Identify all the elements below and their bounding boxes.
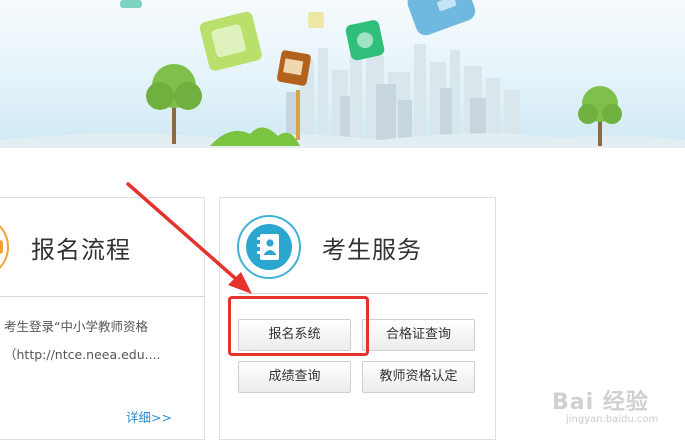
baidu-jingyan-watermark: Bai 经验 bbox=[552, 390, 649, 415]
teacher-qualification-button[interactable]: 教师资格认定 bbox=[362, 361, 475, 393]
watermark-url: jingyan.baidu.com bbox=[566, 414, 659, 425]
score-query-button[interactable]: 成绩查询 bbox=[238, 361, 351, 393]
certificate-query-button[interactable]: 合格证查询 bbox=[362, 319, 475, 351]
registration-system-button[interactable]: 报名系统 bbox=[238, 319, 351, 351]
address-book-icon bbox=[257, 234, 279, 260]
page: 报名流程 考生登录“中小学教师资格 （http://ntce.neea.edu.… bbox=[0, 0, 685, 447]
city-illustration bbox=[0, 0, 685, 148]
process-description-line2: （http://ntce.neea.edu.... bbox=[4, 347, 161, 362]
candidate-services-title: 考生服务 bbox=[322, 236, 422, 264]
process-icon bbox=[0, 216, 9, 278]
header-banner bbox=[0, 0, 685, 148]
card-divider bbox=[0, 296, 204, 297]
details-link[interactable]: 详细>> bbox=[126, 407, 172, 426]
banner-divider bbox=[0, 146, 685, 148]
services-icon-circle bbox=[246, 224, 292, 270]
registration-process-card: 报名流程 考生登录“中小学教师资格 （http://ntce.neea.edu.… bbox=[0, 197, 205, 440]
services-icon-ring bbox=[237, 215, 301, 279]
card-divider bbox=[238, 293, 488, 294]
process-description-line1: 考生登录“中小学教师资格 bbox=[4, 319, 148, 334]
registration-process-title: 报名流程 bbox=[31, 236, 131, 264]
process-icon-glyph bbox=[0, 240, 3, 254]
